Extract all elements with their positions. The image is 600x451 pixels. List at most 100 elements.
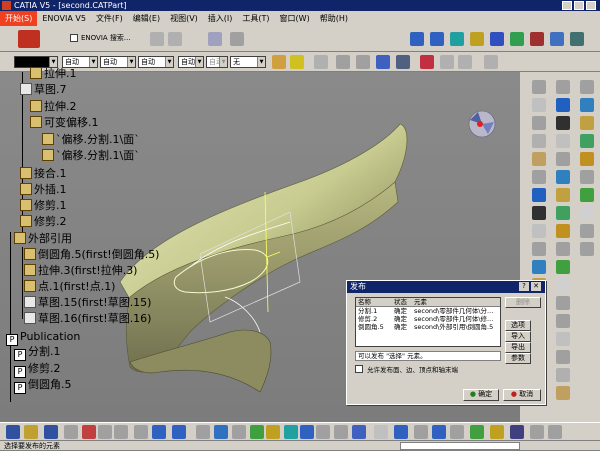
line-icon[interactable] [440,55,454,69]
tool-icon[interactable] [556,98,570,112]
bottom-tool-icon[interactable] [98,425,112,439]
tool-icon[interactable] [556,242,570,256]
help-button[interactable]: ? [519,282,529,291]
tree-node[interactable]: 可变偏移.1 [30,116,99,130]
bottom-tool-icon[interactable] [510,425,524,439]
tool-icon[interactable] [556,386,570,400]
enovia-search-label[interactable]: ENOVIA 搜索... [81,33,131,43]
tree-node[interactable]: 修剪.1 [20,199,67,213]
minimize-button[interactable] [562,1,572,10]
bottom-tool-icon[interactable] [470,425,484,439]
bottom-tool-icon[interactable] [152,425,166,439]
tree-node[interactable]: P Publication [6,330,80,346]
bottom-tool-icon[interactable] [334,425,348,439]
fill-icon[interactable] [470,32,484,46]
tool-icon[interactable] [556,260,570,274]
tree-node[interactable]: P 倒圆角.5 [14,378,72,394]
col-name[interactable]: 名称 [356,298,394,306]
tool-icon[interactable] [556,188,570,202]
tree-node[interactable]: 外部引用 [14,232,72,246]
tool-icon[interactable] [580,242,594,256]
bottom-tool-icon[interactable] [284,425,298,439]
import-button[interactable]: 导入 [505,331,531,342]
tree-node[interactable]: 倒圆角.5(first!倒圆角.5) [24,248,159,262]
sketch-icon[interactable] [484,55,498,69]
tree-node[interactable]: `偏移.分割.1\面` [42,149,140,163]
brush-icon[interactable] [290,55,304,69]
col-status[interactable]: 状态 [394,298,414,306]
measure-icon[interactable] [336,55,350,69]
bottom-tool-icon[interactable] [134,425,148,439]
table-row[interactable]: 倒圆角.5 确定 second\外部引用\倒圆角.5 [356,323,500,331]
tree-node[interactable]: 草图.15(first!草图.15) [24,296,151,310]
tree-node[interactable]: 草图.16(first!草图.16) [24,312,151,326]
menu-view[interactable]: 视图(V) [165,11,203,26]
allow-publish-checkbox[interactable] [355,365,363,373]
publication-table[interactable]: 名称 状态 元素 分割.1 确定 second\零部件几何体\分... 修剪.2 确定 s… [355,297,501,347]
blend-icon[interactable] [490,32,504,46]
col-element[interactable]: 元素 [414,298,500,306]
bottom-tool-icon[interactable] [214,425,228,439]
split-icon[interactable] [550,32,564,46]
tree-node[interactable]: 草图.7 [20,83,67,97]
menu-insert[interactable]: 插入(I) [203,11,238,26]
tool-icon[interactable] [556,368,570,382]
bottom-tool-icon[interactable] [266,425,280,439]
render-combo[interactable]: 无 ▼ [230,56,266,68]
tool-icon[interactable] [556,134,570,148]
tool-icon[interactable] [556,80,570,94]
tool-icon[interactable] [580,206,594,220]
tool-icon[interactable] [532,134,546,148]
bottom-tool-icon[interactable] [114,425,128,439]
tool-icon[interactable] [556,224,570,238]
bottom-tool-icon[interactable] [196,425,210,439]
tool-icon[interactable] [532,188,546,202]
bottom-tool-icon[interactable] [300,425,314,439]
export-button[interactable]: 导出 [505,342,531,353]
formula-icon[interactable] [314,55,328,69]
layer-combo[interactable]: 自动 ▼ [206,56,228,68]
tool-icon[interactable] [532,80,546,94]
menu-help[interactable]: 帮助(H) [315,11,353,26]
tool-icon[interactable] [556,314,570,328]
tree-node[interactable]: 接合.1 [20,167,67,181]
bottom-tool-icon[interactable] [394,425,408,439]
ok-button[interactable]: ● 确定 [463,389,499,401]
bottom-tool-icon[interactable] [6,425,20,439]
table-icon[interactable] [376,55,390,69]
tool-icon[interactable] [580,152,594,166]
tool-icon[interactable] [580,134,594,148]
tool-icon[interactable] [532,260,546,274]
tool-icon[interactable] [580,170,594,184]
tool-icon[interactable] [580,98,594,112]
bottom-tool-icon[interactable] [374,425,388,439]
tool-icon[interactable] [556,350,570,364]
tool-icon[interactable] [580,188,594,202]
close-button[interactable] [586,1,596,10]
bottom-tool-icon[interactable] [64,425,78,439]
rotate-right-icon[interactable] [430,32,444,46]
menu-start[interactable]: 开始(S) [0,11,38,26]
options-button[interactable]: 选项 [505,320,531,331]
delete-button[interactable]: 删除 [505,297,541,308]
catalog-icon[interactable] [356,55,370,69]
tool-icon[interactable] [556,170,570,184]
tool-icon[interactable] [556,152,570,166]
tree-node[interactable]: 外插.1 [20,183,67,197]
tree-node[interactable]: 拉伸.1 [30,67,77,81]
tree-node[interactable]: 拉伸.2 [30,100,77,114]
bottom-tool-icon[interactable] [530,425,544,439]
copy-icon[interactable] [168,32,182,46]
bottom-tool-icon[interactable] [24,425,38,439]
join-icon[interactable] [530,32,544,46]
bottom-tool-icon[interactable] [352,425,366,439]
tool-icon[interactable] [580,116,594,130]
tool-icon[interactable] [532,98,546,112]
bottom-tool-icon[interactable] [316,425,330,439]
tool-icon[interactable] [556,278,570,292]
bottom-tool-icon[interactable] [172,425,186,439]
paste-icon[interactable] [230,32,244,46]
menu-window[interactable]: 窗口(W) [275,11,315,26]
bottom-tool-icon[interactable] [490,425,504,439]
tree-node[interactable]: 点.1(first!点.1) [24,280,115,294]
